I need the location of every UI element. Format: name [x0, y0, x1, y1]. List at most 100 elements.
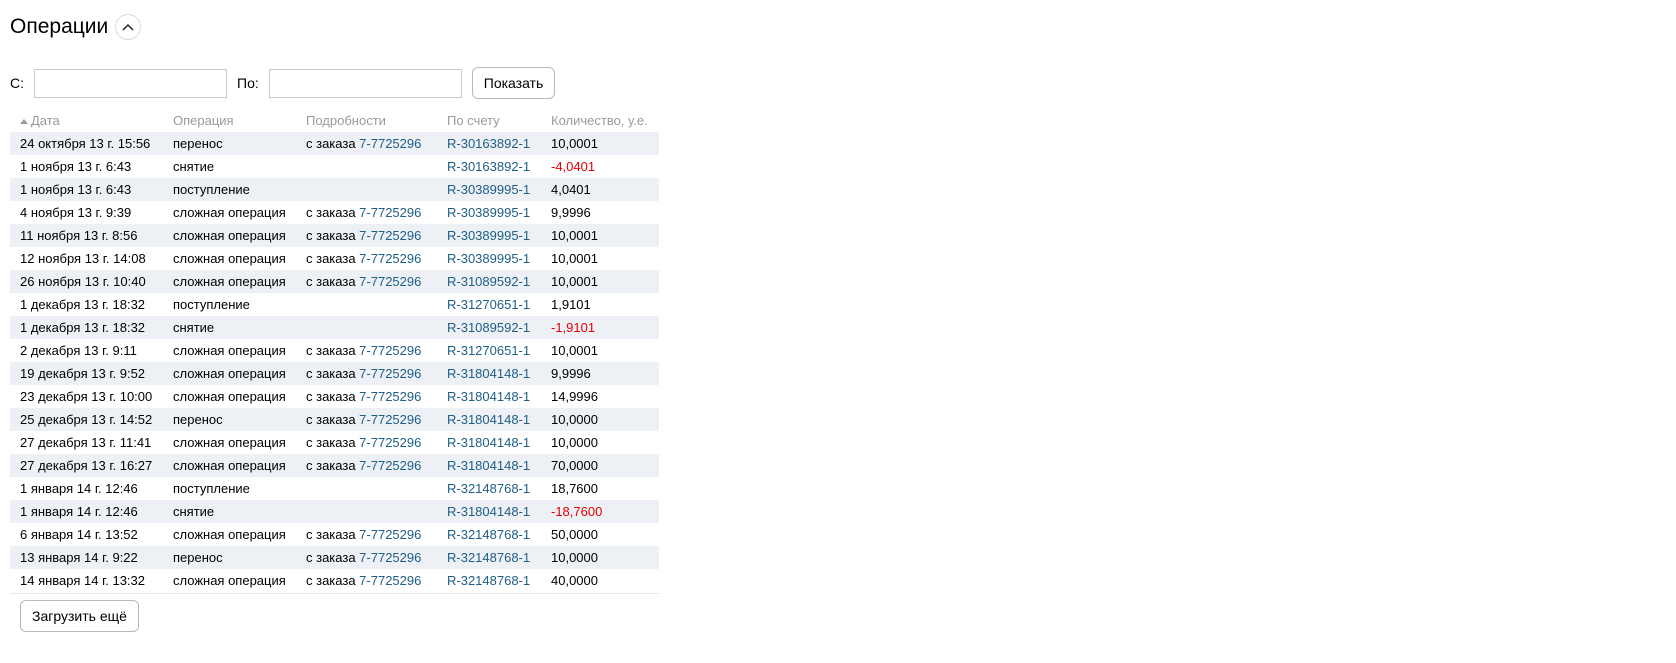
cell-amount: 14,9996	[551, 389, 598, 404]
table-row: 11 ноября 13 г. 8:56 сложная операция с за…	[10, 224, 659, 247]
account-link[interactable]: R-31270651-1	[447, 339, 551, 362]
from-date-input[interactable]	[34, 68, 227, 98]
order-link[interactable]: 7-7725296	[359, 435, 421, 450]
details-prefix: с заказа	[306, 228, 360, 243]
cell-amount: 9,9996	[551, 205, 591, 220]
show-button[interactable]: Показать	[471, 67, 556, 99]
order-link[interactable]: 7-7725296	[359, 550, 421, 565]
cell-date: 26 ноября 13 г. 10:40	[10, 270, 173, 293]
table-row: 26 ноября 13 г. 10:40 сложная операция с з…	[10, 270, 659, 293]
account-link[interactable]: R-32148768-1	[447, 477, 551, 500]
to-date-input[interactable]	[268, 68, 462, 98]
account-link[interactable]: R-31804148-1	[447, 454, 551, 477]
order-link[interactable]: 7-7725296	[359, 228, 421, 243]
account-link[interactable]: R-32148768-1	[447, 546, 551, 569]
details-prefix: с заказа	[306, 527, 360, 542]
cell-operation: сложная операция	[173, 454, 306, 477]
cell-operation: снятие	[173, 316, 306, 339]
table-body: 24 октября 13 г. 15:56 перенос с заказа 7-…	[10, 132, 659, 592]
cell-operation: снятие	[173, 159, 215, 174]
cell-details	[306, 316, 447, 339]
table-row: 25 декабря 13 г. 14:52 перенос с заказа 7-…	[10, 408, 659, 431]
account-link[interactable]: R-30163892-1	[447, 132, 551, 155]
cell-amount: -18,7600	[551, 500, 659, 523]
cell-details	[306, 178, 447, 201]
cell-operation: сложная операция	[173, 224, 306, 247]
cell-details: с заказа 7-7725296	[306, 408, 447, 431]
cell-amount: -1,9101	[551, 316, 659, 339]
table-row: 1 ноября 13 г. 6:43 поступление R-30389995…	[10, 178, 659, 201]
order-link[interactable]: 7-7725296	[359, 412, 421, 427]
details-prefix: с заказа	[306, 136, 360, 151]
cell-operation: сложная операция	[173, 527, 286, 542]
cell-operation: перенос	[173, 546, 306, 569]
order-link[interactable]: 7-7725296	[359, 573, 421, 588]
account-link[interactable]: R-31089592-1	[447, 316, 551, 339]
order-link[interactable]: 7-7725296	[359, 274, 421, 289]
load-more-button[interactable]: Загрузить ещё	[20, 600, 139, 632]
order-link[interactable]: 7-7725296	[359, 343, 421, 358]
sort-ascending-icon	[20, 119, 28, 125]
cell-date: 1 ноября 13 г. 6:43	[10, 178, 173, 201]
cell-amount: 10,0000	[551, 408, 659, 431]
account-link[interactable]: R-30389995-1	[447, 178, 551, 201]
table-row: 27 декабря 13 г. 11:41 сложная операция с …	[10, 431, 659, 454]
cell-date: 12 ноября 13 г. 14:08	[20, 251, 146, 266]
table-row: 27 декабря 13 г. 16:27 сложная операция с …	[10, 454, 659, 477]
account-link[interactable]: R-30389995-1	[447, 201, 551, 224]
cell-amount: 10,0001	[551, 224, 659, 247]
cell-operation: поступление	[173, 481, 250, 496]
cell-amount: 10,0000	[551, 546, 659, 569]
order-link[interactable]: 7-7725296	[359, 527, 421, 542]
account-link[interactable]: R-31804148-1	[447, 500, 551, 523]
account-link[interactable]: R-31804148-1	[447, 431, 551, 454]
cell-date: 13 января 14 г. 9:22	[10, 546, 173, 569]
account-link[interactable]: R-31804148-1	[447, 385, 551, 408]
order-link[interactable]: 7-7725296	[359, 389, 421, 404]
cell-amount: 1,9101	[551, 297, 591, 312]
table-row: 2 декабря 13 г. 9:11 сложная операция с за…	[10, 339, 659, 362]
account-link[interactable]: R-31089592-1	[447, 270, 551, 293]
account-link[interactable]: R-32148768-1	[447, 569, 551, 592]
cell-date: 11 ноября 13 г. 8:56	[10, 224, 173, 247]
account-link[interactable]: R-31804148-1	[447, 408, 551, 431]
cell-operation: сложная операция	[173, 205, 286, 220]
header-date[interactable]: Дата	[10, 109, 173, 132]
chevron-up-icon	[122, 23, 134, 31]
cell-operation: поступление	[173, 178, 306, 201]
order-link[interactable]: 7-7725296	[359, 458, 421, 473]
collapse-button[interactable]	[115, 14, 142, 40]
cell-details: с заказа 7-7725296	[306, 224, 447, 247]
order-link[interactable]: 7-7725296	[359, 205, 421, 220]
account-link[interactable]: R-31804148-1	[447, 362, 551, 385]
cell-date: 25 декабря 13 г. 14:52	[10, 408, 173, 431]
cell-date: 1 января 14 г. 12:46	[20, 481, 138, 496]
cell-operation: сложная операция	[173, 251, 286, 266]
cell-date: 1 декабря 13 г. 18:32	[20, 297, 146, 312]
account-link[interactable]: R-30163892-1	[447, 155, 551, 178]
cell-details: с заказа 7-7725296	[306, 247, 447, 270]
cell-amount: 40,0000	[551, 573, 598, 588]
account-link[interactable]: R-30389995-1	[447, 224, 551, 247]
cell-date: 6 января 14 г. 13:52	[20, 527, 138, 542]
order-link[interactable]: 7-7725296	[359, 136, 421, 151]
details-prefix: с заказа	[306, 274, 360, 289]
details-prefix: с заказа	[306, 343, 360, 358]
header-date-label: Дата	[31, 113, 60, 128]
details-prefix: с заказа	[306, 251, 360, 266]
table-row: 1 декабря 13 г. 18:32 снятие R-31089592-1-…	[10, 316, 659, 339]
account-link[interactable]: R-31270651-1	[447, 293, 551, 316]
table-row: 1 января 14 г. 12:46 поступление R-3214876…	[10, 477, 659, 500]
account-link[interactable]: R-30389995-1	[447, 247, 551, 270]
cell-amount: 10,0000	[551, 435, 598, 450]
account-link[interactable]: R-32148768-1	[447, 523, 551, 546]
cell-amount: 18,7600	[551, 481, 598, 496]
details-prefix: с заказа	[306, 205, 360, 220]
details-prefix: с заказа	[306, 435, 360, 450]
order-link[interactable]: 7-7725296	[359, 366, 421, 381]
table-row: 6 января 14 г. 13:52 сложная операция с за…	[10, 523, 659, 546]
cell-details	[306, 500, 447, 523]
order-link[interactable]: 7-7725296	[359, 251, 421, 266]
cell-date: 2 декабря 13 г. 9:11	[20, 343, 137, 358]
cell-details	[306, 293, 447, 316]
